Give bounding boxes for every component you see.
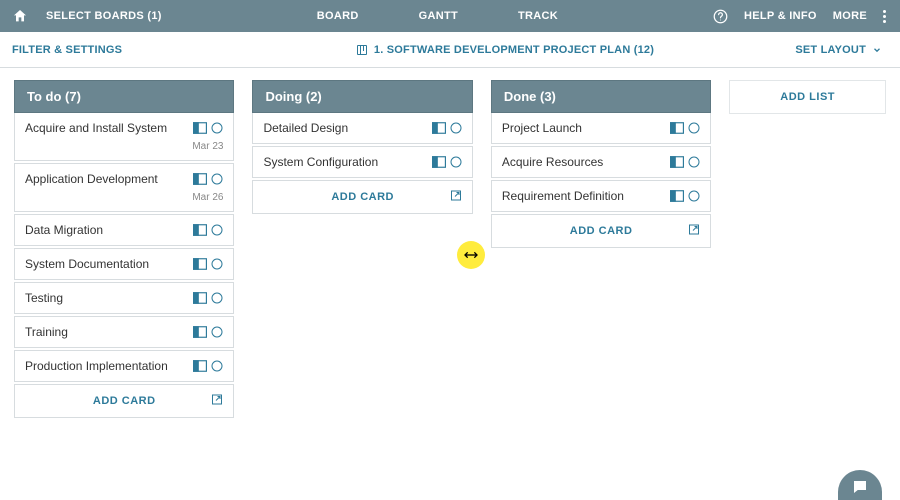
card-title: Acquire and Install System (25, 121, 193, 135)
card-title: System Configuration (263, 155, 431, 169)
panel-icon[interactable] (193, 173, 207, 185)
card-title: Training (25, 325, 193, 339)
card[interactable]: Production Implementation (14, 350, 234, 382)
column-header[interactable]: To do (7) (14, 80, 234, 113)
panel-icon[interactable] (193, 360, 207, 372)
card-title: Production Implementation (25, 359, 193, 373)
status-circle-icon[interactable] (211, 292, 223, 304)
status-circle-icon[interactable] (688, 156, 700, 168)
status-circle-icon[interactable] (450, 122, 462, 134)
external-icon (450, 190, 462, 205)
card[interactable]: Acquire Resources (491, 146, 711, 178)
card-title: Testing (25, 291, 193, 305)
card[interactable]: Detailed Design (252, 113, 472, 144)
status-circle-icon[interactable] (450, 156, 462, 168)
card[interactable]: Data Migration (14, 214, 234, 246)
card-title: System Documentation (25, 257, 193, 271)
card[interactable]: Application Development Mar 26 (14, 163, 234, 212)
card[interactable]: Requirement Definition (491, 180, 711, 212)
chevron-down-icon (872, 45, 882, 55)
home-icon[interactable] (12, 8, 28, 24)
card[interactable]: System Configuration (252, 146, 472, 178)
card[interactable]: Training (14, 316, 234, 348)
column-done: Done (3) Project Launch Acquire Resource… (491, 80, 711, 248)
card-title: Data Migration (25, 223, 193, 237)
chat-icon (850, 478, 870, 496)
external-icon (211, 394, 223, 409)
add-card-button[interactable]: ADD CARD (252, 180, 472, 214)
status-circle-icon[interactable] (688, 122, 700, 134)
panel-icon[interactable] (193, 224, 207, 236)
column-doing: Doing (2) Detailed Design System Configu… (252, 80, 472, 214)
help-button[interactable]: HELP & INFO (744, 10, 817, 22)
panel-icon[interactable] (670, 122, 684, 134)
board-area: To do (7) Acquire and Install System Mar… (0, 68, 900, 430)
status-circle-icon[interactable] (211, 224, 223, 236)
card-date: Mar 26 (25, 192, 223, 203)
status-circle-icon[interactable] (211, 258, 223, 270)
card-title: Project Launch (502, 121, 670, 135)
card[interactable]: System Documentation (14, 248, 234, 280)
status-circle-icon[interactable] (211, 173, 223, 185)
card[interactable]: Acquire and Install System Mar 23 (14, 113, 234, 161)
filter-settings-button[interactable]: FILTER & SETTINGS (0, 44, 230, 56)
panel-icon[interactable] (670, 190, 684, 202)
tab-gantt[interactable]: GANTT (419, 10, 458, 22)
sub-nav: FILTER & SETTINGS 1. SOFTWARE DEVELOPMEN… (0, 32, 900, 68)
card-date: Mar 23 (25, 141, 223, 152)
panel-icon[interactable] (432, 156, 446, 168)
card-title: Detailed Design (263, 121, 431, 135)
add-card-button[interactable]: ADD CARD (491, 214, 711, 248)
status-circle-icon[interactable] (211, 326, 223, 338)
panel-icon[interactable] (193, 122, 207, 134)
column-todo: To do (7) Acquire and Install System Mar… (14, 80, 234, 418)
panel-icon[interactable] (432, 122, 446, 134)
add-card-button[interactable]: ADD CARD (14, 384, 234, 418)
arrows-horizontal-icon (463, 250, 479, 260)
chat-widget[interactable] (838, 470, 882, 500)
set-layout-button[interactable]: SET LAYOUT (780, 44, 900, 56)
panel-icon[interactable] (193, 292, 207, 304)
more-menu-icon[interactable] (883, 10, 886, 23)
help-icon[interactable] (713, 9, 728, 24)
more-button[interactable]: MORE (833, 10, 867, 22)
select-boards-button[interactable]: SELECT BOARDS (1) (46, 10, 162, 22)
tab-board[interactable]: BOARD (317, 10, 359, 22)
resize-handle[interactable] (457, 241, 485, 269)
add-list-button[interactable]: ADD LIST (729, 80, 886, 114)
project-title[interactable]: 1. SOFTWARE DEVELOPMENT PROJECT PLAN (12… (230, 44, 780, 56)
tab-track[interactable]: TRACK (518, 10, 558, 22)
column-header[interactable]: Done (3) (491, 80, 711, 113)
status-circle-icon[interactable] (688, 190, 700, 202)
card[interactable]: Testing (14, 282, 234, 314)
status-circle-icon[interactable] (211, 122, 223, 134)
status-circle-icon[interactable] (211, 360, 223, 372)
card[interactable]: Project Launch (491, 113, 711, 144)
external-icon (688, 224, 700, 239)
panel-icon[interactable] (193, 326, 207, 338)
column-header[interactable]: Doing (2) (252, 80, 472, 113)
card-title: Requirement Definition (502, 189, 670, 203)
panel-icon[interactable] (670, 156, 684, 168)
panel-icon[interactable] (193, 258, 207, 270)
top-nav: SELECT BOARDS (1) BOARD GANTT TRACK HELP… (0, 0, 900, 32)
card-title: Acquire Resources (502, 155, 670, 169)
card-title: Application Development (25, 172, 193, 186)
board-icon (356, 44, 368, 56)
